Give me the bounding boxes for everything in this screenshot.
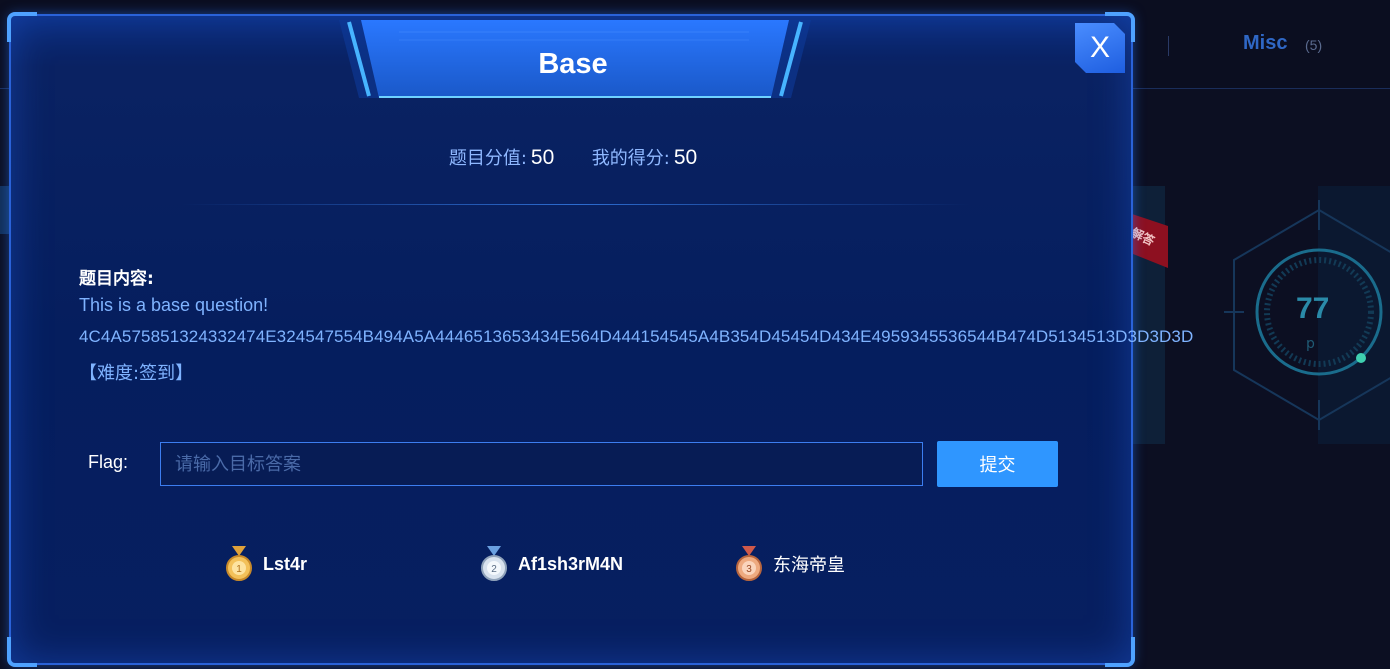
svg-text:2: 2 xyxy=(491,564,497,575)
silver-medal-icon: 2 xyxy=(481,546,507,581)
solver-rank-3: 3 东海帝皇 xyxy=(733,546,845,582)
svg-text:1: 1 xyxy=(236,564,242,575)
score-ring-suffix: p xyxy=(1306,336,1315,352)
score-value: 50 xyxy=(530,146,555,169)
my-score-value: 50 xyxy=(673,146,698,169)
close-button[interactable]: X xyxy=(1075,23,1125,73)
solver-rank-2: 2 Af1sh3rM4N xyxy=(478,546,623,582)
bronze-medal-icon: 3 xyxy=(736,546,762,581)
solver-name: Lst4r xyxy=(263,553,308,574)
separator-line xyxy=(181,204,971,205)
gold-medal-icon: 1 xyxy=(226,546,252,581)
solver-rank-1: 1 Lst4r xyxy=(223,546,307,582)
my-score-label: 我的得分: xyxy=(591,148,670,169)
tab-misc[interactable]: Misc xyxy=(1243,32,1287,55)
solver-name: 东海帝皇 xyxy=(773,555,845,576)
modal-corner xyxy=(7,637,37,667)
modal-title: Base xyxy=(538,48,608,80)
challenge-modal: Base X 题目分值: 50 我的得分: 50 题目内容: This is a b… xyxy=(7,12,1193,667)
modal-corner xyxy=(7,12,37,42)
score-ring-value: 77 xyxy=(1296,292,1330,325)
score-value-label: 题目分值: xyxy=(448,148,527,169)
content-ciphertext: 4C4A575851324332474E324547554B494A5A4446… xyxy=(79,327,1194,346)
topbar-divider xyxy=(1168,36,1169,56)
tab-misc-count: (5) xyxy=(1305,37,1323,53)
modal-corner xyxy=(1105,637,1135,667)
submit-button[interactable]: 提交 xyxy=(937,441,1058,487)
flag-input[interactable] xyxy=(160,442,923,486)
flag-label: Flag: xyxy=(88,452,129,472)
content-label: 题目内容: xyxy=(79,269,154,289)
content-description: This is a base question! xyxy=(79,295,269,315)
score-row: 题目分值: 50 我的得分: 50 xyxy=(11,144,1135,170)
svg-text:3: 3 xyxy=(746,564,752,575)
content-difficulty: 【难度:签到】 xyxy=(79,363,194,384)
solver-name: Af1sh3rM4N xyxy=(518,553,624,574)
